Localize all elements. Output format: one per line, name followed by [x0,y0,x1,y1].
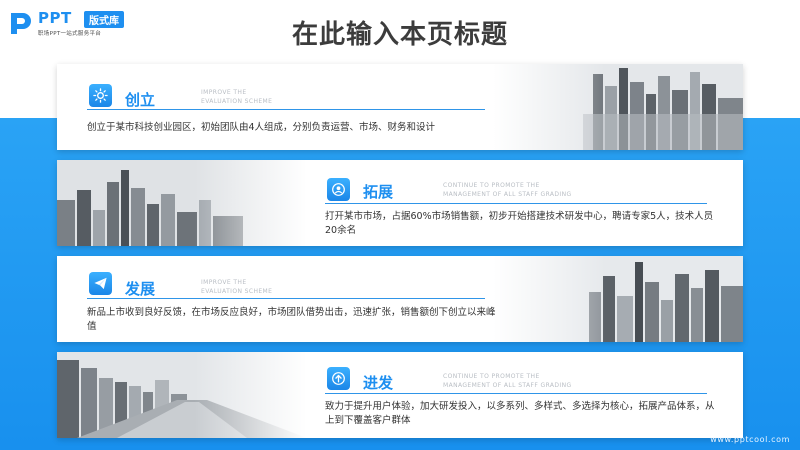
card-description: 创立于某市科技创业园区，初始团队由4人组成，分别负责运营、市场、财务和设计 [87,122,436,133]
card-advance: 进发 CONTINUE TO PROMOTE THE MANAGEMENT OF … [57,352,743,438]
card-heading: 创立 [125,91,156,109]
city-photo [57,160,307,246]
user-badge-icon [332,183,345,196]
heading-rule [87,298,485,299]
card-description: 致力于提升用户体验，加大研发投入，以多系列、多样式、多选择为核心，拓展产品体系，… [325,401,715,426]
city-photo [493,256,743,342]
heading-rule [87,109,485,110]
card-heading: 发展 [125,280,156,298]
card-en-subtitle: CONTINUE TO PROMOTE THE MANAGEMENT OF ALL… [443,373,572,389]
card-description: 新品上市收到良好反馈，在市场反应良好，市场团队借势出击，迅速扩张，销售额创下创立… [87,307,496,332]
footer-url: www.pptcool.com [710,435,790,444]
card-heading: 拓展 [363,183,394,201]
card-expansion: 拓展 CONTINUE TO PROMOTE THE MANAGEMENT OF … [57,160,743,246]
card-development: 发展 IMPROVE THE EVALUATION SCHEME 新品上市收到良好… [57,256,743,342]
card-icon-box [89,84,112,107]
card-description: 打开某市市场，占据60%市场销售额，初步开始搭建技术研发中心，聘请专家5人，技术… [325,211,714,236]
card-en-subtitle: IMPROVE THE EVALUATION SCHEME [201,89,273,105]
card-founding: 创立 IMPROVE THE EVALUATION SCHEME 创立于某市科技创… [57,64,743,150]
card-icon-box [327,367,350,390]
city-photo [493,64,743,150]
heading-rule [325,203,707,204]
sun-icon [93,88,108,103]
heading-rule [325,393,707,394]
city-street-photo [57,352,307,438]
up-arrow-circle-icon [332,372,345,385]
card-heading: 进发 [363,374,394,392]
page-title[interactable]: 在此输入本页标题 [0,14,800,51]
card-en-subtitle: IMPROVE THE EVALUATION SCHEME [201,279,273,295]
paper-plane-icon [94,277,107,290]
card-icon-box [327,178,350,201]
card-icon-box [89,272,112,295]
card-en-subtitle: CONTINUE TO PROMOTE THE MANAGEMENT OF ALL… [443,182,572,198]
